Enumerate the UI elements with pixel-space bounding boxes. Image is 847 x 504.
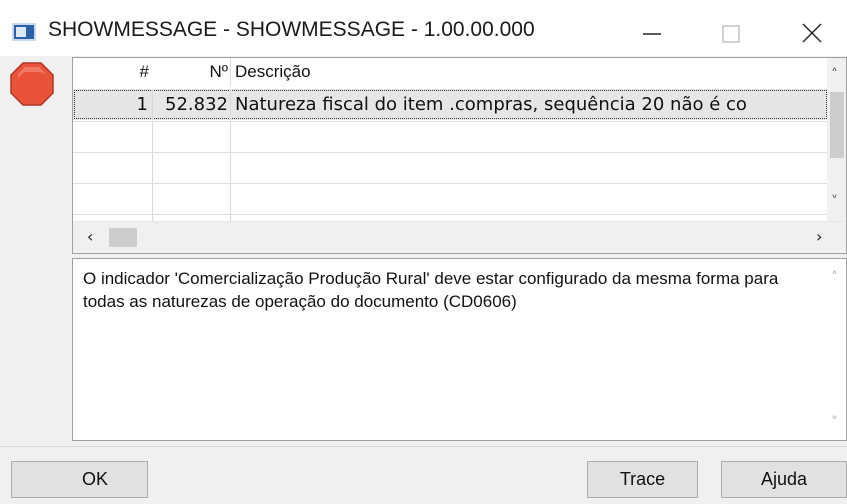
empty-row [73, 214, 828, 221]
row-index: 1 [73, 89, 153, 120]
grid-vertical-scrollbar[interactable]: ˄ ˅ [827, 58, 846, 221]
close-button[interactable] [781, 0, 837, 56]
scroll-right-icon[interactable]: › [816, 229, 822, 245]
button-bar: OK Trace Ajuda [0, 446, 847, 504]
column-header-description[interactable]: Descrição [231, 58, 828, 86]
grid-header: # Nº Descrição [73, 58, 828, 86]
ok-button[interactable]: OK [11, 461, 148, 498]
app-window-icon [12, 23, 36, 41]
maximize-button[interactable] [701, 0, 757, 56]
stop-sign-icon [10, 62, 54, 106]
empty-row [73, 152, 828, 184]
empty-row [73, 121, 828, 153]
scroll-thumb[interactable] [109, 228, 137, 247]
ok-button-label: OK [82, 469, 109, 489]
message-detail[interactable]: O indicador 'Comercialização Produção Ru… [72, 258, 847, 441]
grid-body: # Nº Descrição 1 52.832 Natureza fiscal … [73, 58, 828, 221]
title-bar: SHOWMESSAGE - SHOWMESSAGE - 1.00.00.000 [0, 0, 847, 56]
message-text: O indicador 'Comercialização Produção Ru… [83, 269, 779, 311]
row-description: Natureza fiscal do item .compras, sequên… [235, 94, 747, 115]
scroll-up-icon[interactable]: ˄ [831, 271, 838, 285]
scroll-up-icon[interactable]: ˄ [831, 68, 838, 82]
minimize-button[interactable] [621, 0, 677, 56]
scroll-down-icon[interactable]: ˅ [831, 195, 838, 209]
message-grid[interactable]: # Nº Descrição 1 52.832 Natureza fiscal … [72, 57, 847, 254]
window-title: SHOWMESSAGE - SHOWMESSAGE - 1.00.00.000 [48, 18, 535, 41]
maximize-icon [722, 25, 740, 43]
row-number: 52.832 [153, 89, 231, 120]
scroll-thumb[interactable] [830, 92, 844, 158]
column-header-number[interactable]: Nº [153, 58, 231, 86]
scroll-down-icon[interactable]: ˅ [831, 416, 838, 430]
minimize-icon [643, 33, 661, 35]
column-header-index[interactable]: # [73, 58, 153, 86]
help-button[interactable]: Ajuda [721, 461, 847, 498]
trace-button[interactable]: Trace [587, 461, 698, 498]
empty-row [73, 183, 828, 215]
message-vertical-scrollbar[interactable]: ˄ ˅ [827, 259, 846, 440]
table-row[interactable]: 1 52.832 Natureza fiscal do item .compra… [73, 89, 828, 120]
grid-horizontal-scrollbar[interactable]: ‹ › [73, 221, 846, 253]
scroll-left-icon[interactable]: ‹ [87, 229, 93, 245]
close-icon [802, 23, 822, 43]
